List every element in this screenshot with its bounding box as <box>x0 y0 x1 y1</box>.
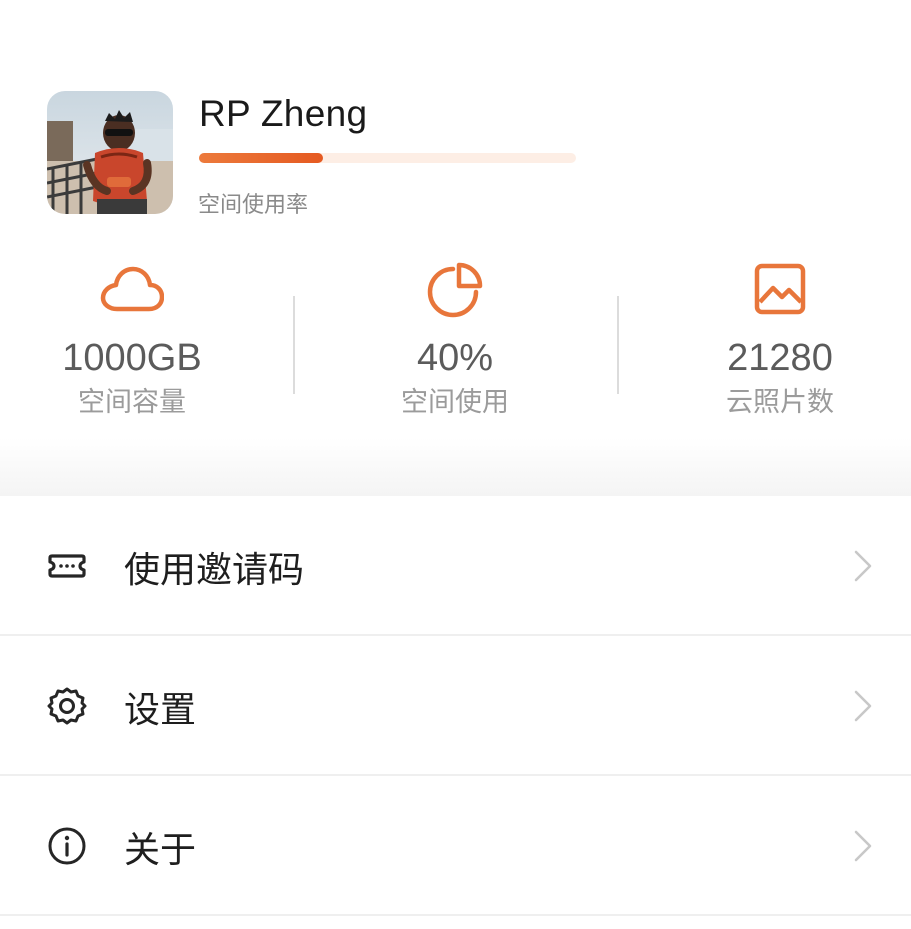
photo-icon <box>754 263 806 315</box>
pie-chart-icon <box>427 262 483 318</box>
menu-item-label: 使用邀请码 <box>124 550 305 591</box>
chevron-right-icon <box>854 550 872 582</box>
menu-item-invite-code[interactable]: 使用邀请码 <box>0 496 911 636</box>
profile-header: RP Zheng 空间使用率 <box>47 91 607 218</box>
stat-capacity: 1000GB 空间容量 <box>0 262 272 422</box>
stat-used-value: 40% <box>416 337 494 379</box>
avatar-image <box>47 91 173 214</box>
profile-page: RP Zheng 空间使用率 1000GB 空间容量 40% 空间使用 2128… <box>0 0 911 929</box>
stat-capacity-value: 1000GB <box>62 337 202 379</box>
stat-used: 40% 空间使用 <box>315 262 595 422</box>
username: RP Zheng <box>199 93 368 134</box>
stat-divider <box>617 296 619 394</box>
cloud-icon <box>100 266 164 312</box>
stat-used-label: 空间使用 <box>401 387 509 418</box>
menu-item-about[interactable]: 关于 <box>0 776 911 916</box>
menu-item-settings[interactable]: 设置 <box>0 636 911 776</box>
stats-row: 1000GB 空间容量 40% 空间使用 21280 云照片数 <box>0 262 911 432</box>
gear-icon <box>47 687 87 725</box>
menu-list: 使用邀请码 设置 关于 <box>0 496 911 916</box>
ticket-icon <box>48 554 86 578</box>
chevron-right-icon <box>854 690 872 722</box>
menu-item-label: 设置 <box>124 690 197 731</box>
chevron-right-icon <box>854 830 872 862</box>
stat-photos-label: 云照片数 <box>726 387 834 418</box>
stat-capacity-label: 空间容量 <box>78 387 186 418</box>
usage-progress-fill <box>199 153 324 163</box>
section-separator <box>0 438 911 496</box>
stat-photos: 21280 云照片数 <box>640 262 911 422</box>
info-icon <box>48 827 86 865</box>
stat-photos-value: 21280 <box>727 337 833 379</box>
stat-divider <box>293 296 295 394</box>
usage-progress-bar <box>199 153 576 163</box>
menu-item-label: 关于 <box>124 830 197 871</box>
usage-label: 空间使用率 <box>198 193 309 218</box>
avatar[interactable] <box>47 91 173 214</box>
